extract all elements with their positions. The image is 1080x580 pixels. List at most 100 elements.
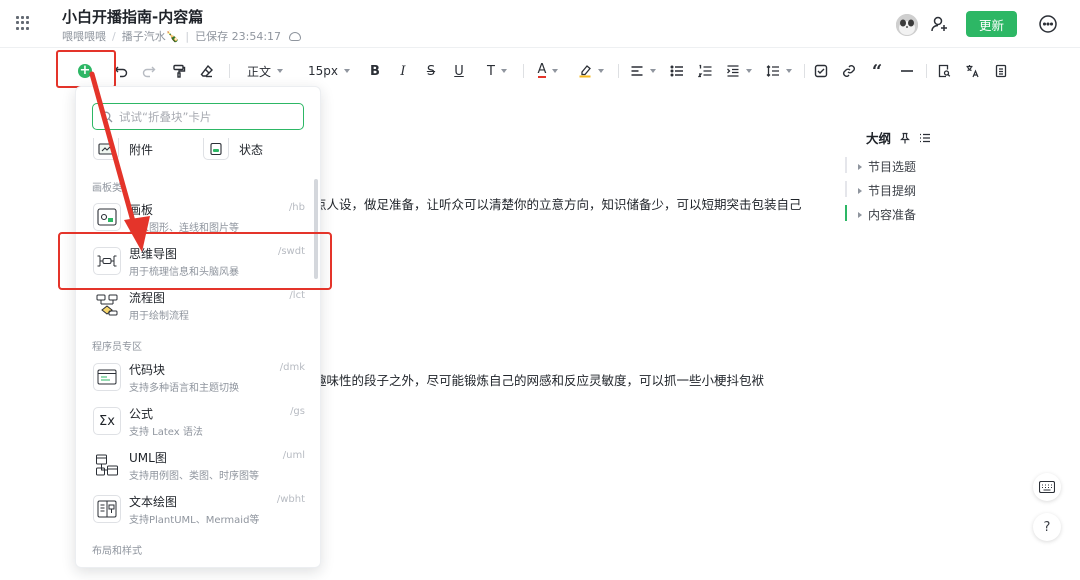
app-grid-icon[interactable] <box>16 16 30 30</box>
redo-icon[interactable] <box>138 56 160 86</box>
checkbox-icon[interactable] <box>810 56 832 86</box>
block-item-name: 代码块 <box>129 363 166 377</box>
outline-list-icon[interactable] <box>919 132 931 144</box>
block-item-whiteboard[interactable]: 画板 插入图形、连线和图片等 /hb <box>91 200 305 240</box>
pin-icon[interactable] <box>899 132 911 144</box>
indent-icon[interactable] <box>722 56 756 86</box>
block-item-name: 附件 <box>129 142 154 157</box>
translate-icon[interactable] <box>961 56 983 86</box>
page-title: 小白开播指南-内容篇 <box>62 8 204 26</box>
align-icon[interactable] <box>626 56 660 86</box>
outline-active-indicator <box>845 205 847 221</box>
status-icon <box>203 138 229 160</box>
mindmap-icon <box>93 247 121 275</box>
underline-icon[interactable]: U <box>448 56 470 86</box>
formula-icon: Σx <box>93 407 121 435</box>
keyboard-shortcuts-button[interactable] <box>1033 473 1061 501</box>
block-item-formula[interactable]: Σx 公式 支持 Latex 语法 /gs <box>91 404 305 444</box>
toolbar-divider <box>926 64 927 78</box>
block-item-desc: 支持PlantUML、Mermaid等 <box>129 515 260 526</box>
more-text-format-icon[interactable]: T <box>480 56 514 86</box>
section-label: 程序员专区 <box>92 342 142 353</box>
avatar[interactable] <box>896 14 918 36</box>
quote-icon[interactable]: “ <box>866 56 888 86</box>
block-item-name: UML图 <box>129 451 167 465</box>
outline-item-active[interactable]: 内容准备 <box>858 206 916 223</box>
editor-toolbar: + 正文 15px B I S U T A “ <box>0 56 1080 86</box>
block-item-mindmap[interactable]: 思维导图 用于梳理信息和头脑风暴 /swdt <box>91 244 305 284</box>
header: 小白开播指南-内容篇 喂喂喂喂 / 播子汽水🍾 | 已保存 23:54:17 更… <box>0 0 1080 48</box>
breadcrumb: 喂喂喂喂 / 播子汽水🍾 | 已保存 23:54:17 <box>62 28 302 44</box>
breadcrumb-separator: / <box>112 29 116 43</box>
search-icon <box>101 111 113 122</box>
code-block-icon <box>93 363 121 391</box>
block-item-shortcut: /hb <box>288 202 305 213</box>
block-item-name: 流程图 <box>129 291 166 305</box>
caret-right-icon <box>858 211 862 218</box>
block-item-desc: 用于绘制流程 <box>129 311 189 322</box>
panel-scrollbar[interactable] <box>314 179 318 279</box>
line-spacing-icon[interactable] <box>762 56 796 86</box>
outline-item[interactable]: 节目选题 <box>858 158 916 175</box>
block-item-code[interactable]: 代码块 支持多种语言和主题切换 /dmk <box>91 360 305 400</box>
section-label: 画板类 <box>92 183 122 194</box>
outline-title: 大纲 <box>866 128 931 147</box>
block-item-flowchart[interactable]: 流程图 用于绘制流程 /lct <box>91 288 305 328</box>
attachment-icon <box>93 138 119 160</box>
chevron-down-icon <box>344 69 350 73</box>
strikethrough-icon[interactable]: S <box>420 56 442 86</box>
chevron-down-icon <box>598 69 604 73</box>
block-item-desc: 支持 Latex 语法 <box>129 427 203 438</box>
toolbar-divider <box>229 64 230 78</box>
search-doc-icon[interactable] <box>933 56 955 86</box>
block-item-name: 状态 <box>239 142 264 157</box>
block-search-field[interactable] <box>92 103 304 130</box>
breadcrumb-workspace[interactable]: 喂喂喂喂 <box>62 28 106 44</box>
block-item-name: 文本绘图 <box>129 495 178 509</box>
bullet-list-icon[interactable] <box>666 56 688 86</box>
block-search-input[interactable] <box>119 109 289 124</box>
chevron-down-icon <box>786 69 792 73</box>
block-item-shortcut: /wbht <box>276 494 305 505</box>
more-options-icon[interactable] <box>1037 13 1059 35</box>
paragraph-style-select[interactable]: 正文 <box>240 56 290 86</box>
numbered-list-icon[interactable] <box>694 56 716 86</box>
update-button[interactable]: 更新 <box>966 11 1017 37</box>
italic-icon[interactable]: I <box>392 56 414 86</box>
breadcrumb-separator: | <box>185 29 190 43</box>
outline-item[interactable]: 节目提纲 <box>858 182 916 199</box>
bold-icon[interactable]: B <box>364 56 386 86</box>
font-color-icon[interactable]: A <box>532 56 564 86</box>
help-button[interactable]: ? <box>1033 513 1061 541</box>
whiteboard-icon <box>93 203 121 231</box>
insert-block-panel: 附件 状态 画板类 画板 插入图形、连线和图片等 /hb 思维导图 用于梳理信息… <box>75 86 321 568</box>
outline-track <box>845 181 847 197</box>
content-paragraph: 点人设，做足准备，让听众可以清楚你的立意方向，知识储备少，可以短期突击包装自己 <box>314 197 802 212</box>
undo-icon[interactable] <box>110 56 132 86</box>
caret-right-icon <box>858 187 862 194</box>
toolbar-divider <box>523 64 524 78</box>
block-item-uml[interactable]: UML图 支持用例图、类图、时序图等 /uml <box>91 448 305 488</box>
highlight-color-icon[interactable] <box>574 56 608 86</box>
font-size-select[interactable]: 15px <box>304 56 354 86</box>
chevron-down-icon <box>552 69 559 73</box>
document-icon[interactable] <box>990 56 1012 86</box>
insert-block-button[interactable]: + <box>72 56 98 86</box>
block-item-name: 公式 <box>129 407 154 421</box>
block-item-text-diagram[interactable]: 文本绘图 支持PlantUML、Mermaid等 /wbht <box>91 492 305 532</box>
uml-icon <box>93 451 121 479</box>
format-painter-icon[interactable] <box>168 56 190 86</box>
chevron-down-icon <box>650 69 656 73</box>
link-icon[interactable] <box>838 56 860 86</box>
block-item-shortcut: /dmk <box>279 362 305 373</box>
divider-line-icon[interactable] <box>896 56 918 86</box>
block-item-name: 画板 <box>129 203 154 217</box>
add-collaborator-icon[interactable] <box>929 13 951 35</box>
clear-format-icon[interactable] <box>196 56 218 86</box>
outline-item-label: 节目选题 <box>868 160 917 174</box>
chevron-down-icon <box>277 69 283 73</box>
breadcrumb-folder[interactable]: 播子汽水🍾 <box>122 28 180 44</box>
save-status: 已保存 23:54:17 <box>195 30 282 43</box>
block-item-attachment[interactable]: 附件 <box>93 137 153 161</box>
block-item-status[interactable]: 状态 <box>203 137 263 161</box>
